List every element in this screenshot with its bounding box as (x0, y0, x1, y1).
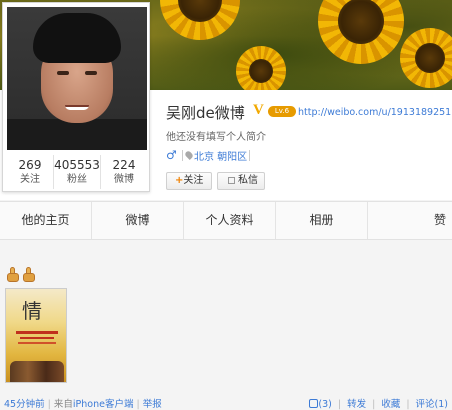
stat-value: 405553 (54, 158, 100, 172)
poster-title-glyph: 情 (22, 299, 42, 323)
post-time-link[interactable]: 45分钟前 (4, 399, 45, 410)
stat-following[interactable]: 269 关注 (7, 155, 54, 189)
repost-button[interactable]: 转发 (347, 399, 366, 410)
post-source-link[interactable]: iPhone客户端 (73, 399, 134, 410)
comment-button[interactable]: 评论(1) (416, 399, 448, 410)
post-meta: 45分钟前 | 来自iPhone客户端 | 举报 (4, 399, 162, 410)
male-icon: ♂ (166, 148, 177, 162)
tab-likes[interactable]: 赞 (368, 202, 452, 239)
tab-album[interactable]: 相册 (276, 202, 368, 239)
tab-weibo[interactable]: 微博 (92, 202, 184, 239)
divider (249, 150, 250, 161)
avatar-card: 269 关注 405553 粉丝 224 微博 (2, 2, 150, 192)
stat-followers[interactable]: 405553 粉丝 (54, 155, 101, 189)
tab-home[interactable]: 他的主页 (0, 202, 92, 239)
follow-button[interactable]: +关注 (166, 172, 212, 190)
location-link[interactable]: 北京 朝阳区 (194, 148, 247, 163)
follow-label: 关注 (183, 175, 204, 186)
feed: 情 45分钟前 | 来自iPhone客户端 | 举报 (3) | 转发 | 收藏 | 评论(… (0, 240, 452, 410)
like-count: (3) (318, 399, 332, 410)
profile-url-link[interactable]: http://weibo.com/u/1913189251 (298, 107, 451, 118)
profile-stats: 269 关注 405553 粉丝 224 微博 (7, 155, 147, 189)
profile-bio: 他还没有填写个人简介 (166, 132, 266, 143)
stat-label: 关注 (20, 174, 40, 185)
post-image[interactable]: 情 (5, 288, 67, 383)
message-icon (228, 177, 235, 184)
level-badge[interactable]: Lv.6 (268, 106, 296, 117)
profile-name: 吴刚de微博 (166, 104, 245, 122)
stat-label: 粉丝 (67, 174, 87, 185)
divider (182, 150, 183, 161)
post-actions: (3) | 转发 | 收藏 | 评论(1) (309, 396, 448, 410)
report-link[interactable]: 举报 (143, 399, 162, 410)
post-emoticons (6, 267, 36, 282)
stat-posts[interactable]: 224 微博 (101, 155, 147, 189)
sunflower-image (236, 46, 286, 90)
like-button[interactable]: (3) (309, 399, 332, 410)
profile-nav: 他的主页 微博 个人资料 相册 赞 (0, 201, 452, 240)
thumbs-up-icon (22, 267, 36, 282)
verified-icon[interactable]: V (253, 103, 268, 118)
message-button[interactable]: 私信 (217, 172, 265, 190)
favorite-button[interactable]: 收藏 (381, 399, 400, 410)
thumbs-up-icon (6, 267, 20, 282)
stat-label: 微博 (114, 174, 134, 185)
avatar[interactable] (7, 7, 147, 150)
tab-profile-info[interactable]: 个人资料 (184, 202, 276, 239)
stat-value: 269 (18, 158, 42, 172)
sunflower-image (400, 28, 452, 88)
post-source-prefix: 来自 (53, 399, 73, 410)
message-label: 私信 (238, 175, 258, 186)
stat-value: 224 (112, 158, 136, 172)
